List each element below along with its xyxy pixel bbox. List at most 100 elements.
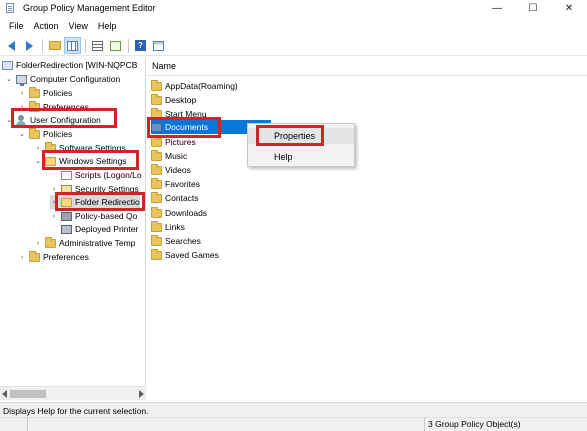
menu-file[interactable]: File — [4, 21, 29, 31]
folder-icon — [151, 177, 162, 189]
chart-bar-icon — [61, 211, 72, 221]
tree-item-gpo-root[interactable]: FolderRedirection [WIN-NQPCB — [2, 58, 137, 72]
folder-icon — [151, 93, 162, 105]
expand-chevron-icon[interactable]: › — [18, 253, 26, 261]
list-item[interactable]: Videos — [151, 163, 193, 177]
list-item-label: Contacts — [165, 193, 199, 203]
context-menu-help[interactable]: Help — [248, 149, 354, 165]
export-list-icon — [110, 40, 121, 51]
menu-bar: File Action View Help — [0, 17, 587, 35]
window-controls: — ☐ ✕ — [479, 0, 587, 16]
annotation-box-windows-settings — [42, 150, 139, 170]
details-pane[interactable]: Name AppData(Roaming) Desktop Start Menu… — [147, 57, 587, 400]
menu-help[interactable]: Help — [93, 21, 122, 31]
tree-item-user-preferences[interactable]: › Preferences — [18, 250, 89, 264]
list-item-label: Pictures — [165, 137, 196, 147]
list-item-label: Searches — [165, 236, 201, 246]
annotation-box-documents — [147, 117, 221, 138]
toolbar-separator — [128, 38, 129, 53]
tree-item-administrative-templates[interactable]: › Administrative Temp — [34, 236, 135, 250]
tree-item-label: Computer Configuration — [30, 74, 121, 84]
folder-icon — [45, 236, 56, 248]
back-button[interactable] — [3, 37, 20, 54]
list-item-label: AppData(Roaming) — [165, 81, 238, 91]
tree-item-label: Preferences — [43, 252, 89, 262]
list-item[interactable]: Downloads — [151, 206, 209, 220]
list-item[interactable]: Contacts — [151, 191, 201, 205]
help-button[interactable]: ? — [132, 37, 149, 54]
list-item-label: Videos — [165, 165, 191, 175]
scroll-right-arrow-icon[interactable] — [139, 390, 144, 398]
properties-button[interactable] — [89, 37, 106, 54]
tree-item-label: Administrative Temp — [59, 238, 136, 248]
close-button[interactable]: ✕ — [551, 0, 587, 16]
list-item-label: Downloads — [165, 208, 208, 218]
list-item-label: Links — [165, 222, 185, 232]
export-list-button[interactable] — [107, 37, 124, 54]
expand-chevron-icon[interactable]: › — [34, 239, 42, 247]
annotation-box-folder-redirection — [55, 192, 145, 211]
show-hide-tree-button[interactable] — [64, 37, 81, 54]
folder-icon — [151, 206, 162, 218]
show-hide-tree-icon — [67, 40, 78, 51]
folder-icon — [151, 149, 162, 161]
tree-item-label: Deployed Printer — [75, 224, 139, 234]
script-icon — [61, 170, 72, 180]
back-icon — [8, 40, 15, 51]
collapse-chevron-icon[interactable]: ⌄ — [5, 75, 13, 83]
folder-icon — [151, 135, 162, 147]
list-item[interactable]: Favorites — [151, 177, 202, 191]
forward-icon — [26, 40, 33, 51]
folder-icon — [29, 127, 40, 139]
view-button[interactable] — [150, 37, 167, 54]
expand-chevron-icon[interactable]: › — [34, 144, 42, 152]
scrollbar-thumb[interactable] — [10, 390, 46, 398]
tree-item-user-policies[interactable]: ⌄ Policies — [18, 127, 72, 141]
column-header-name[interactable]: Name — [147, 57, 587, 76]
status-divider — [27, 417, 28, 431]
expand-chevron-icon[interactable]: › — [50, 212, 58, 220]
minimize-button[interactable]: — — [479, 0, 515, 16]
collapse-chevron-icon[interactable]: ⌄ — [18, 130, 26, 138]
printer-icon — [61, 224, 72, 234]
status-gpo-count: 3 Group Policy Object(s) — [428, 419, 521, 429]
list-item[interactable]: Saved Games — [151, 248, 221, 262]
annotation-box-properties — [256, 125, 324, 146]
folder-icon — [151, 163, 162, 175]
list-item[interactable]: Links — [151, 220, 187, 234]
maximize-button[interactable]: ☐ — [515, 0, 551, 16]
toolbar: ? — [0, 36, 587, 56]
annotation-box-user-configuration — [11, 108, 117, 128]
collapse-chevron-icon[interactable]: ⌄ — [34, 157, 42, 165]
list-item[interactable]: Desktop — [151, 93, 198, 107]
list-item[interactable]: Music — [151, 149, 189, 163]
tree-item-scripts[interactable]: Scripts (Logon/Lo — [61, 168, 142, 182]
status-divider-line — [0, 417, 587, 418]
list-item[interactable]: AppData(Roaming) — [151, 79, 240, 93]
tree-item-label: Policy-based Qo — [75, 211, 138, 221]
status-divider — [424, 417, 425, 431]
menu-view[interactable]: View — [64, 21, 93, 31]
tree-item-policy-based-qos[interactable]: › Policy-based Qo — [50, 209, 138, 223]
up-folder-icon — [48, 41, 61, 50]
scroll-left-arrow-icon[interactable] — [2, 390, 7, 398]
forward-button[interactable] — [21, 37, 38, 54]
tree-horizontal-scrollbar[interactable] — [0, 386, 146, 400]
list-item-label: Favorites — [165, 179, 200, 189]
tree-item-computer-configuration[interactable]: ⌄ Computer Configuration — [5, 72, 120, 86]
tree-item-deployed-printers[interactable]: Deployed Printer — [61, 222, 138, 236]
expand-chevron-icon[interactable]: › — [18, 89, 26, 97]
list-item-label: Music — [165, 151, 188, 161]
folder-icon — [29, 86, 40, 98]
up-folder-button[interactable] — [46, 37, 63, 54]
folder-icon — [29, 250, 40, 262]
folder-icon — [151, 79, 162, 91]
computer-icon — [16, 74, 27, 86]
list-item[interactable]: Searches — [151, 234, 203, 248]
tree-item-computer-policies[interactable]: › Policies — [18, 86, 72, 100]
toolbar-separator — [85, 38, 86, 53]
menu-action[interactable]: Action — [29, 21, 64, 31]
status-text: Displays Help for the current selection. — [3, 406, 149, 416]
tree-item-label: Scripts (Logon/Lo — [75, 170, 142, 180]
folder-icon — [151, 191, 162, 203]
